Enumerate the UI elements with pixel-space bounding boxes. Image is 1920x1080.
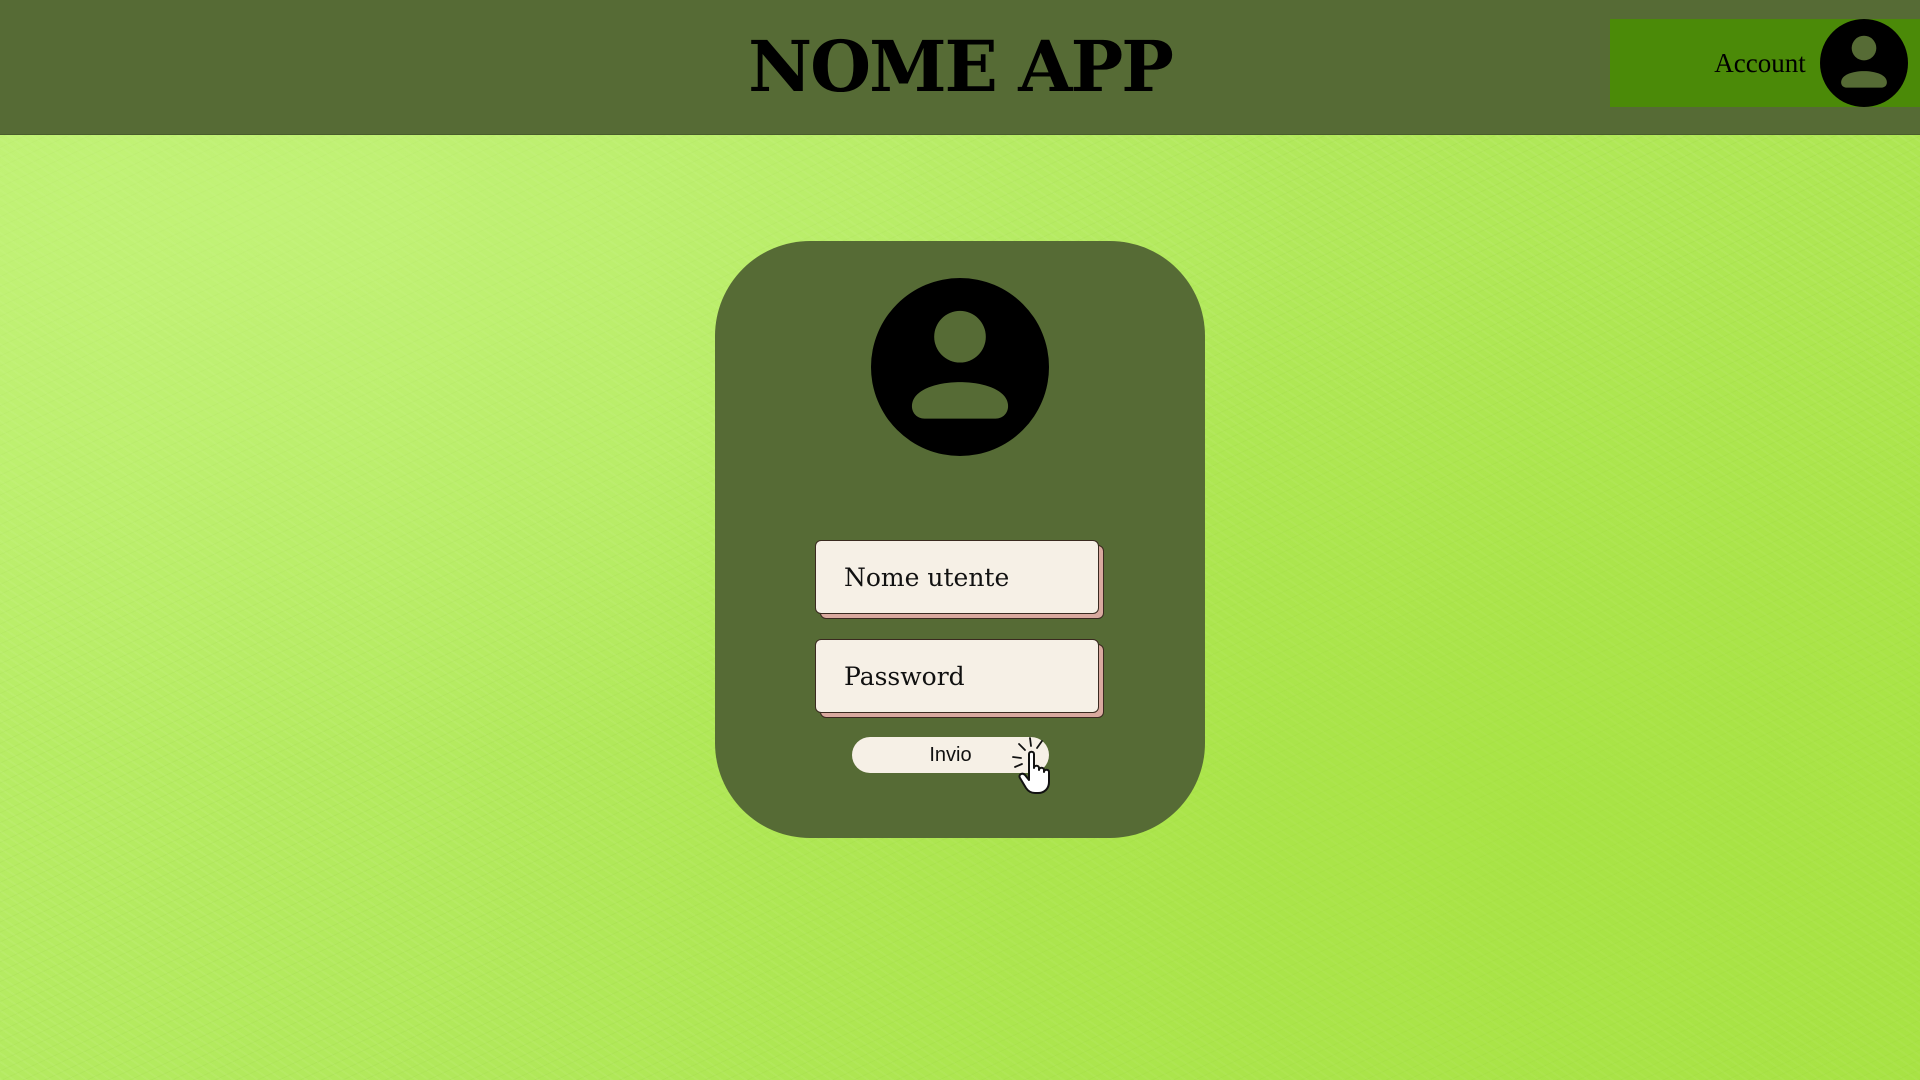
username-field[interactable]: Nome utente bbox=[815, 540, 1099, 614]
password-field-wrapper: Password bbox=[815, 639, 1105, 719]
login-card: Nome utente Password Invio bbox=[715, 241, 1205, 838]
app-header: NOME APP Account bbox=[0, 0, 1920, 135]
user-avatar-icon bbox=[871, 278, 1049, 456]
pointer-hand-click-icon bbox=[1012, 737, 1050, 794]
account-button[interactable]: Account bbox=[1610, 19, 1920, 107]
user-avatar-icon bbox=[1820, 19, 1908, 107]
password-field[interactable]: Password bbox=[815, 639, 1099, 713]
username-field-wrapper: Nome utente bbox=[815, 540, 1105, 620]
